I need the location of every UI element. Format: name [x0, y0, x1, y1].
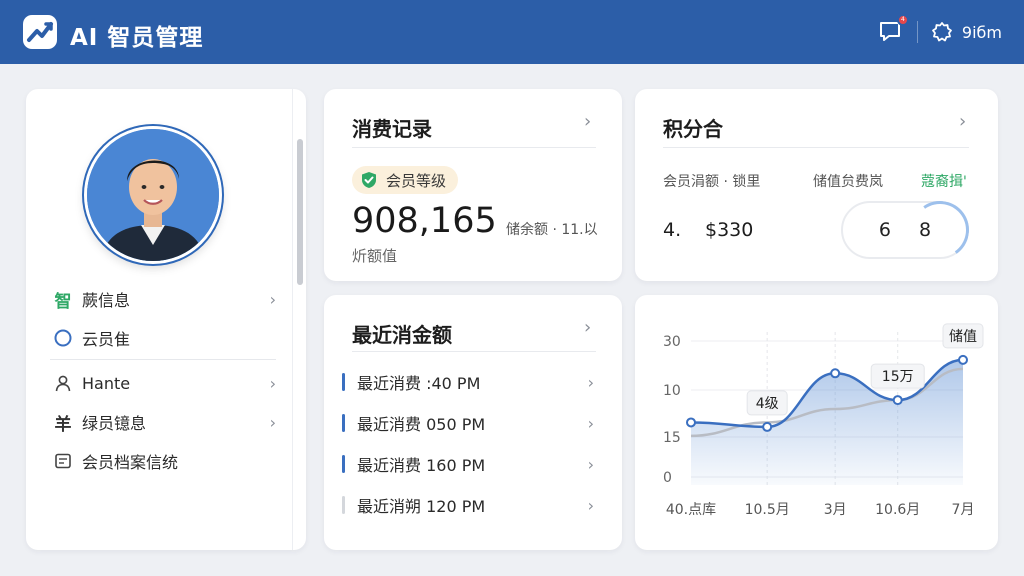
sidebar-item-basic-info[interactable]: 智 蕨信息 › — [52, 284, 277, 314]
recent-card: 最近消金额 › 最近消费 :40 PM › 最近消费 050 PM › 最近消费… — [324, 295, 622, 550]
recent-row[interactable]: 最近消费 160 PM › — [342, 450, 594, 478]
sidebar-item-hante[interactable]: Hante › — [52, 368, 276, 398]
balance-label: 储余额 · 11.以 — [506, 222, 598, 238]
sidebar-scrollbar[interactable] — [292, 89, 306, 550]
app-header: AI 智员管理 4 9iбm — [0, 0, 1024, 64]
points-col3-label: 蔻裔揖' — [921, 174, 967, 190]
scrollbar-thumb[interactable] — [297, 139, 303, 285]
user-menu[interactable]: 9iбm — [930, 20, 1002, 44]
points-col1-prefix: 4. — [663, 219, 682, 241]
chevron-right-icon[interactable]: › — [584, 317, 591, 338]
data-point — [958, 354, 968, 365]
chevron-right-icon[interactable]: › — [584, 111, 591, 132]
annotation-label: 储值 — [949, 329, 977, 345]
y-tick-label: 0 — [663, 470, 672, 486]
recent-row[interactable]: 最近消朔 120 PM › — [342, 491, 594, 519]
member-level-label: 会员等级 — [386, 171, 447, 190]
y-tick-label: 15 — [663, 430, 681, 446]
points-col1-label: 会员涓额 · 锁里 — [663, 174, 761, 190]
sidebar-item-label: 云员隹 — [82, 330, 131, 349]
x-tick-label: 10.6月 — [875, 502, 920, 518]
chevron-right-icon: › — [587, 413, 594, 433]
notification-badge: 4 — [896, 14, 909, 26]
header-actions: 4 9iбm — [877, 14, 1002, 46]
x-tick-label: 10.5月 — [745, 502, 790, 518]
app-title: AI 智员管理 — [70, 25, 204, 51]
points-col1-value: $330 — [705, 219, 754, 241]
chevron-right-icon: › — [269, 373, 276, 393]
consumption-card: 消费记录 › 会员等级 908,165 储余额 · 11.以 炘额值 — [324, 89, 622, 281]
chevron-right-icon: › — [269, 289, 276, 309]
points-title: 积分合 — [663, 117, 723, 141]
avatar-photo — [87, 129, 219, 261]
y-tick-label: 10 — [663, 383, 681, 399]
row-indicator — [342, 496, 345, 514]
chevron-right-icon: › — [587, 372, 594, 392]
sidebar-item-member-info[interactable]: 羊 绿员镱息 › — [52, 407, 277, 437]
sidebar-item-cloud-member[interactable]: 云员隹 — [52, 323, 276, 353]
sidebar-divider — [50, 359, 276, 360]
x-tick-label: 7月 — [952, 502, 975, 518]
trend-chart: 30 10 15 0 4级 15万 储值 40.点库 10.5月 3月 10.6月 7月 — [663, 323, 984, 518]
x-tick-label: 3月 — [824, 502, 847, 518]
trend-chart-card: 30 10 15 0 4级 15万 储值 40.点库 10.5月 3月 10.6月 7月 — [635, 295, 998, 550]
ring-icon — [52, 329, 74, 347]
annotation-label: 4级 — [756, 396, 779, 412]
card-icon — [52, 452, 74, 470]
header-divider — [916, 21, 918, 43]
points-col2-label: 储值贠费岚 — [813, 174, 883, 190]
row-indicator — [342, 414, 345, 432]
chevron-right-icon: › — [269, 412, 276, 432]
x-tick-label: 40.点库 — [666, 502, 716, 518]
avatar[interactable] — [84, 126, 222, 264]
sidebar-item-label: Hante — [82, 373, 131, 393]
card-divider — [352, 351, 596, 352]
consumption-total: 908,165 — [352, 201, 497, 241]
row-indicator — [342, 455, 345, 473]
chevron-right-icon: › — [587, 495, 594, 515]
chevron-right-icon: › — [587, 454, 594, 474]
recent-row[interactable]: 最近消费 050 PM › — [342, 409, 594, 437]
chevron-right-icon[interactable]: › — [959, 111, 966, 132]
recent-row-label: 最近消朔 120 PM — [357, 497, 486, 516]
recent-title: 最近消金额 — [352, 323, 452, 347]
consumption-title: 消费记录 — [352, 117, 432, 141]
points-card: 积分合 › 会员涓额 · 锁里 储值贠费岚 蔻裔揖' 4. $330 6 8 — [635, 89, 998, 281]
notification-button[interactable]: 4 — [877, 14, 909, 46]
annotation-label: 15万 — [882, 369, 914, 385]
sidebar-item-member-archive[interactable]: 会员档案信统 — [52, 446, 276, 476]
points-ring-toggle[interactable]: 6 8 — [841, 196, 974, 264]
consumption-sub-label: 炘额值 — [352, 247, 398, 265]
recent-row[interactable]: 最近消费 :40 PM › — [342, 368, 594, 396]
profile-sidebar: 智 蕨信息 › 云员隹 Hante › 羊 绿员镱息 › 会员档案信统 — [26, 89, 306, 550]
card-divider — [663, 147, 969, 148]
member-level-badge: 会员等级 — [352, 166, 459, 194]
y-tick-label: 30 — [663, 334, 681, 350]
zhi-glyph-icon: 智 — [54, 291, 72, 312]
ring-progress-arc — [906, 196, 974, 264]
recent-row-label: 最近消费 050 PM — [357, 415, 486, 434]
sidebar-item-label: 绿员镱息 — [82, 414, 147, 433]
data-point — [762, 421, 773, 432]
card-divider — [352, 147, 596, 148]
data-point — [830, 368, 841, 379]
row-indicator — [342, 373, 345, 391]
sidebar-item-label: 蕨信息 — [82, 291, 131, 310]
data-point — [686, 417, 696, 428]
check-shield-icon — [362, 172, 376, 188]
user-label: 9iбm — [961, 22, 1002, 42]
settings-icon — [932, 22, 952, 42]
app-logo-icon — [23, 15, 57, 49]
recent-row-label: 最近消费 :40 PM — [357, 374, 481, 393]
yang-glyph-icon: 羊 — [54, 414, 72, 435]
recent-row-label: 最近消费 160 PM — [357, 456, 486, 475]
sidebar-item-label: 会员档案信统 — [82, 453, 179, 472]
ring-left-value: 6 — [878, 219, 891, 241]
person-icon — [52, 374, 74, 392]
data-point — [892, 395, 903, 406]
